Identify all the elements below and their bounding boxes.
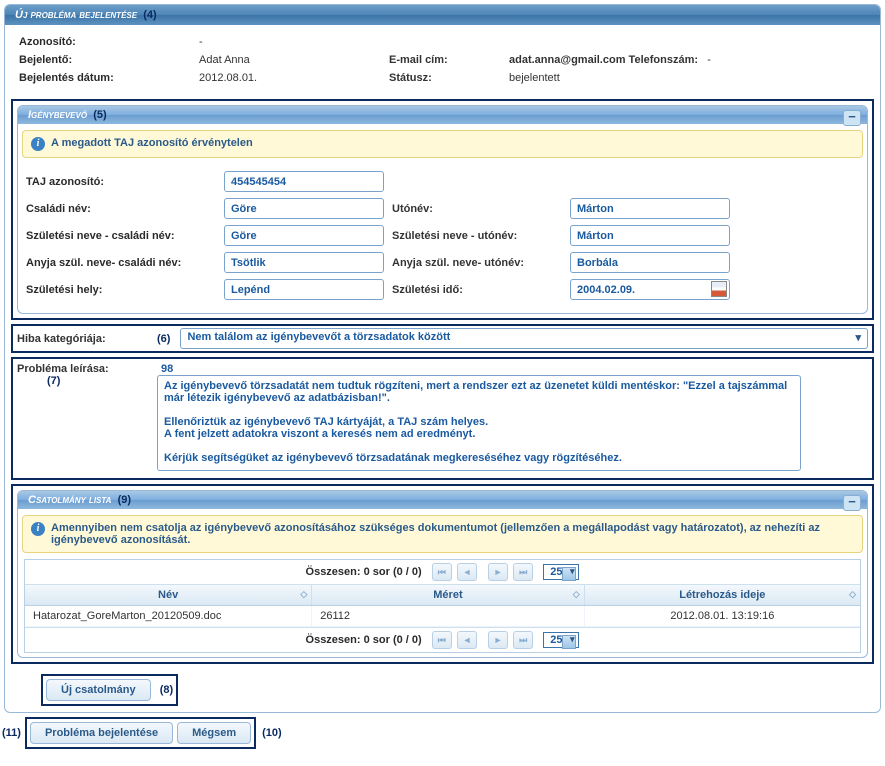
pager-text: Összesen: 0 sor (0 / 0) — [306, 566, 422, 578]
last-page-icon[interactable]: ⏭ — [513, 563, 533, 581]
first-page-icon[interactable]: ⏮ — [432, 631, 452, 649]
phone-value: - — [707, 54, 711, 66]
date-value: 2012.08.01. — [199, 72, 389, 84]
bplace-input[interactable] — [224, 279, 384, 300]
collapse-icon[interactable]: − — [843, 110, 861, 126]
tag-7: (7) — [47, 375, 147, 387]
tag-4: (4) — [143, 9, 156, 21]
next-page-icon[interactable]: ► — [488, 631, 508, 649]
cancel-button[interactable]: Mégsem — [177, 722, 251, 744]
taj-warning: i A megadott TAJ azonosító érvénytelen — [22, 130, 863, 158]
tag-8: (8) — [160, 684, 173, 696]
desc-label: Probléma leírása: — [17, 363, 147, 375]
email-label: E-mail cím: — [389, 54, 509, 66]
pager-bottom: Összesen: 0 sor (0 / 0) ⏮ ◄ ► ⏭ 25 — [25, 627, 860, 652]
date-label: Bejelentés dátum: — [19, 72, 199, 84]
mfamily-input[interactable] — [224, 252, 384, 273]
col-name[interactable]: Név◇ — [25, 585, 312, 605]
info-icon: i — [31, 137, 45, 151]
col-size[interactable]: Méret◇ — [312, 585, 584, 605]
given-input[interactable] — [570, 198, 730, 219]
reporter-label: Bejelentő: — [19, 54, 199, 66]
family-input[interactable] — [224, 198, 384, 219]
pager-text: Összesen: 0 sor (0 / 0) — [306, 634, 422, 646]
phone-label: Telefonszám: — [629, 54, 698, 66]
calendar-icon[interactable] — [711, 281, 727, 297]
bfamily-input[interactable] — [224, 225, 384, 246]
taj-warning-text: A megadott TAJ azonosító érvénytelen — [51, 137, 253, 149]
pager-top: Összesen: 0 sor (0 / 0) ⏮ ◄ ► ⏭ 25 — [25, 560, 860, 585]
claimant-header: Igénybevevő (5) − — [18, 106, 867, 124]
bdate-input[interactable] — [570, 279, 730, 300]
attachment-panel: Csatolmány lista (9) − i Amennyiben nem … — [17, 490, 868, 658]
main-panel-header: Új probléma bejelentése (4) — [5, 5, 880, 25]
category-value: Nem találom az igénybevevőt a törzsadato… — [187, 331, 450, 343]
main-panel-title: Új probléma bejelentése — [15, 9, 137, 21]
claimant-title: Igénybevevő — [28, 109, 87, 121]
sort-icon: ◇ — [849, 589, 856, 600]
status-label: Státusz: — [389, 72, 509, 84]
prev-page-icon[interactable]: ◄ — [457, 563, 477, 581]
main-panel: Új probléma bejelentése (4) Azonosító: -… — [4, 4, 881, 713]
page-size-select[interactable]: 25 — [543, 564, 579, 580]
bplace-label: Születési hely: — [26, 284, 216, 296]
desc-textarea[interactable] — [157, 375, 801, 471]
cell-date: 2012.08.01. 13:19:16 — [585, 606, 860, 626]
id-label: Azonosító: — [19, 36, 199, 48]
tag-9: (9) — [118, 494, 131, 506]
collapse-icon[interactable]: − — [843, 495, 861, 511]
taj-label: TAJ azonosító: — [26, 176, 216, 188]
id-value: - — [199, 36, 389, 48]
first-page-icon[interactable]: ⏮ — [432, 563, 452, 581]
sort-icon: ◇ — [300, 589, 307, 600]
reporter-value: Adat Anna — [199, 54, 389, 66]
submit-problem-button[interactable]: Probléma bejelentése — [30, 722, 173, 744]
bdate-label: Születési idő: — [392, 284, 562, 296]
status-value: bejelentett — [509, 72, 866, 84]
char-counter: 98 — [161, 363, 868, 375]
bgiven-input[interactable] — [570, 225, 730, 246]
family-label: Családi név: — [26, 203, 216, 215]
tag-10: (10) — [262, 727, 282, 739]
category-label: Hiba kategóriája: — [17, 333, 147, 345]
tag-5: (5) — [93, 109, 106, 121]
cell-name: Hatarozat_GoreMarton_20120509.doc — [25, 606, 312, 626]
bfamily-label: Születési neve - családi név: — [26, 230, 216, 242]
sort-icon: ◇ — [573, 589, 580, 600]
attachment-header: Csatolmány lista (9) − — [18, 491, 867, 509]
category-select[interactable]: Nem találom az igénybevevőt a törzsadato… — [180, 328, 868, 349]
col-created[interactable]: Létrehozás ideje◇ — [585, 585, 860, 605]
mfamily-label: Anyja szül. neve- családi név: — [26, 257, 216, 269]
claimant-panel: Igénybevevő (5) − i A megadott TAJ azono… — [17, 105, 868, 314]
attachment-title: Csatolmány lista — [28, 494, 111, 506]
attach-warning-text: Amennyiben nem csatolja az igénybevevő a… — [51, 522, 854, 546]
taj-input[interactable] — [224, 171, 384, 192]
attach-warning: i Amennyiben nem csatolja az igénybevevő… — [22, 515, 863, 553]
prev-page-icon[interactable]: ◄ — [457, 631, 477, 649]
mgiven-input[interactable] — [570, 252, 730, 273]
cell-size: 26112 — [312, 606, 584, 626]
bgiven-label: Születési neve - utónév: — [392, 230, 562, 242]
given-label: Utónév: — [392, 203, 562, 215]
report-info: Azonosító: - Bejelentő: Adat Anna E-mail… — [5, 25, 880, 95]
mgiven-label: Anyja szül. neve- utónév: — [392, 257, 562, 269]
tag-6: (6) — [157, 333, 170, 345]
tag-11: (11) — [2, 727, 21, 739]
info-icon: i — [31, 522, 45, 536]
email-value: adat.anna@gmail.com — [509, 54, 625, 66]
last-page-icon[interactable]: ⏭ — [513, 631, 533, 649]
page-size-select[interactable]: 25 — [543, 632, 579, 648]
new-attachment-button[interactable]: Új csatolmány — [46, 679, 151, 701]
attachment-table: Összesen: 0 sor (0 / 0) ⏮ ◄ ► ⏭ 25 Név◇ … — [24, 559, 861, 653]
next-page-icon[interactable]: ► — [488, 563, 508, 581]
table-row[interactable]: Hatarozat_GoreMarton_20120509.doc 26112 … — [25, 606, 860, 627]
